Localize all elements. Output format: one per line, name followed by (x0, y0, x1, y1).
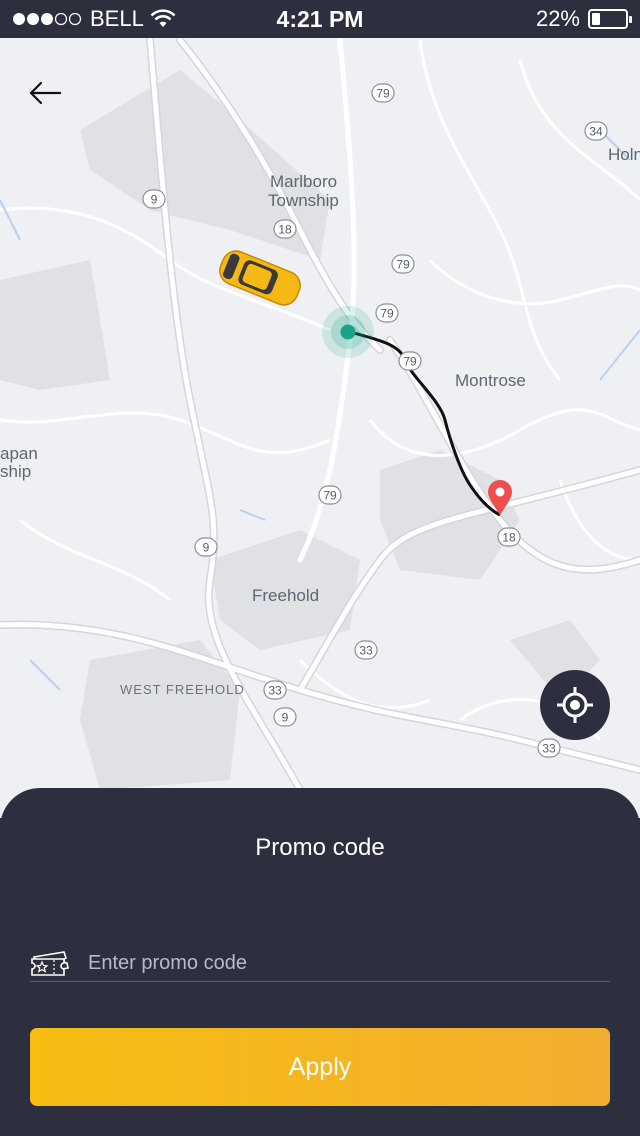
promo-code-row (30, 946, 610, 982)
svg-text:79: 79 (380, 307, 394, 321)
battery-icon (588, 9, 632, 29)
place-label: Township (268, 191, 339, 210)
route-shield: 9 (194, 537, 218, 557)
route-shield: 9 (273, 707, 297, 727)
place-label: Montrose (455, 371, 526, 390)
svg-text:33: 33 (359, 644, 373, 658)
carrier-name: BELL (90, 6, 144, 31)
arrow-left-icon (29, 81, 62, 105)
place-label: ship (0, 462, 32, 481)
battery-level (592, 13, 600, 25)
svg-text:33: 33 (268, 684, 282, 698)
route-shield: 34 (584, 121, 608, 141)
place-label: Holn (608, 145, 640, 164)
promo-code-input[interactable] (88, 947, 610, 980)
svg-text:34: 34 (589, 125, 603, 139)
route-shield: 33 (263, 680, 287, 700)
route-shield: 79 (375, 303, 399, 323)
ticket-icon (30, 949, 72, 979)
route-shield: 79 (391, 254, 415, 274)
taxi-car-icon (219, 250, 301, 306)
svg-text:9: 9 (203, 541, 210, 555)
status-bar: BELL 4:21 PM 22% (0, 0, 640, 38)
svg-text:79: 79 (323, 489, 337, 503)
place-label: WEST FREEHOLD (120, 682, 245, 697)
place-label: apan (0, 444, 38, 463)
sheet-title: Promo code (255, 834, 385, 861)
crosshair-icon (557, 687, 593, 723)
battery-status: 22% (535, 6, 632, 32)
apply-button[interactable]: Apply (30, 1028, 610, 1106)
place-label: Freehold (252, 586, 320, 605)
svg-text:18: 18 (502, 531, 516, 545)
svg-text:18: 18 (278, 223, 292, 237)
my-location-button[interactable] (540, 670, 610, 740)
svg-text:79: 79 (376, 87, 390, 101)
place-label: Marlboro (270, 172, 338, 191)
route-shield: 79 (371, 83, 395, 103)
route-shield: 33 (537, 738, 561, 758)
route-shield: 79 (318, 485, 342, 505)
wifi-icon (150, 9, 176, 27)
route-shield: 79 (398, 351, 422, 371)
back-button[interactable] (24, 74, 66, 112)
svg-text:9: 9 (282, 711, 289, 725)
svg-text:79: 79 (403, 355, 417, 369)
route-shield: 18 (497, 527, 521, 547)
route-shield: 18 (273, 219, 297, 239)
signal-strength-icon (13, 12, 82, 26)
battery-percent: 22% (535, 6, 580, 31)
route-shield: 9 (142, 189, 166, 209)
carrier-info: BELL (12, 6, 176, 32)
svg-text:79: 79 (396, 258, 410, 272)
pickup-dot-icon (322, 306, 374, 358)
promo-code-sheet: Promo code Apply (0, 788, 640, 1136)
svg-text:33: 33 (542, 742, 556, 756)
svg-text:9: 9 (151, 193, 158, 207)
route-shield: 33 (354, 640, 378, 660)
